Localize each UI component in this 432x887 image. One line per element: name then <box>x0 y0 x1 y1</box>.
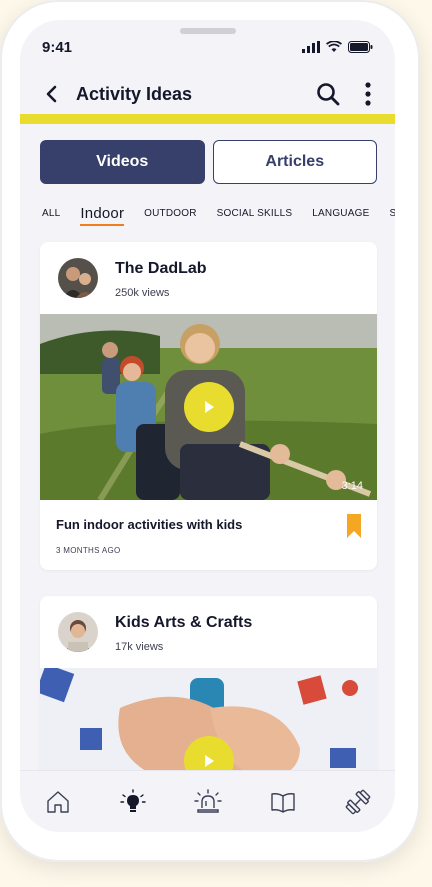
wifi-icon <box>326 41 342 52</box>
tab-ideas[interactable] <box>111 780 155 824</box>
app-header: Activity Ideas <box>20 72 395 116</box>
video-card[interactable]: The DadLab 250k views 3:14 Fun indoor ac… <box>40 242 377 570</box>
alarm-icon <box>193 788 222 813</box>
channel-name[interactable]: The DadLab <box>115 260 207 278</box>
filter-more[interactable]: ST <box>389 208 395 219</box>
video-duration: 3:14 <box>341 480 363 492</box>
play-icon <box>205 401 214 413</box>
filter-outdoor[interactable]: OUTDOOR <box>144 208 197 219</box>
chevron-left-icon <box>46 85 57 103</box>
back-button[interactable] <box>34 77 68 111</box>
card-header: Kids Arts & Crafts 17k views <box>40 596 377 668</box>
video-thumbnail[interactable]: 3:14 <box>40 314 377 500</box>
bottom-tab-bar <box>20 770 395 832</box>
channel-avatar[interactable] <box>58 612 98 652</box>
dumbbell-icon <box>345 789 370 814</box>
content-type-toggle: Videos Articles <box>40 140 377 184</box>
video-date: 3 MONTHS AGO <box>56 546 121 555</box>
status-bar: 9:41 <box>42 36 373 58</box>
phone-frame: 9:41 Activity Ideas Videos Articles ALL … <box>0 0 420 862</box>
tab-fitness[interactable] <box>336 780 380 824</box>
filter-indoor[interactable]: Indoor <box>80 205 124 226</box>
more-vertical-icon <box>365 82 371 106</box>
filter-social-skills[interactable]: SOCIAL SKILLS <box>217 208 293 219</box>
page-title: Activity Ideas <box>76 83 193 104</box>
search-button[interactable] <box>313 79 343 109</box>
more-button[interactable] <box>353 79 383 109</box>
battery-icon <box>348 41 373 53</box>
tab-alerts[interactable] <box>186 780 230 824</box>
view-count: 250k views <box>115 287 170 299</box>
channel-avatar[interactable] <box>58 258 98 298</box>
category-filters: ALL Indoor OUTDOOR SOCIAL SKILLS LANGUAG… <box>42 200 395 226</box>
status-icons <box>302 41 373 53</box>
bookmark-icon <box>347 514 361 538</box>
view-count: 17k views <box>115 641 164 653</box>
search-icon <box>317 83 340 106</box>
play-icon <box>205 755 214 767</box>
avatar-image <box>58 612 98 652</box>
header-accent-bar <box>20 114 395 124</box>
videos-tab[interactable]: Videos <box>40 140 205 184</box>
card-footer: Fun indoor activities with kids 3 MONTHS… <box>40 500 377 570</box>
tab-library[interactable] <box>261 780 305 824</box>
video-title[interactable]: Fun indoor activities with kids <box>56 517 242 532</box>
filter-all[interactable]: ALL <box>42 208 60 219</box>
filter-language[interactable]: LANGUAGE <box>312 208 369 219</box>
book-icon <box>270 792 295 813</box>
status-time: 9:41 <box>42 38 73 56</box>
tab-home[interactable] <box>36 780 80 824</box>
bookmark-button[interactable] <box>347 514 361 543</box>
play-button[interactable] <box>184 382 234 432</box>
avatar-image <box>58 258 98 298</box>
articles-tab[interactable]: Articles <box>212 140 377 184</box>
lightbulb-icon <box>119 788 146 812</box>
app-screen: 9:41 Activity Ideas Videos Articles ALL … <box>20 20 395 832</box>
channel-name[interactable]: Kids Arts & Crafts <box>115 614 252 632</box>
home-icon <box>46 790 69 813</box>
header-actions <box>313 79 383 109</box>
signal-icon <box>302 41 320 53</box>
notch <box>180 28 236 34</box>
card-header: The DadLab 250k views <box>40 242 377 314</box>
